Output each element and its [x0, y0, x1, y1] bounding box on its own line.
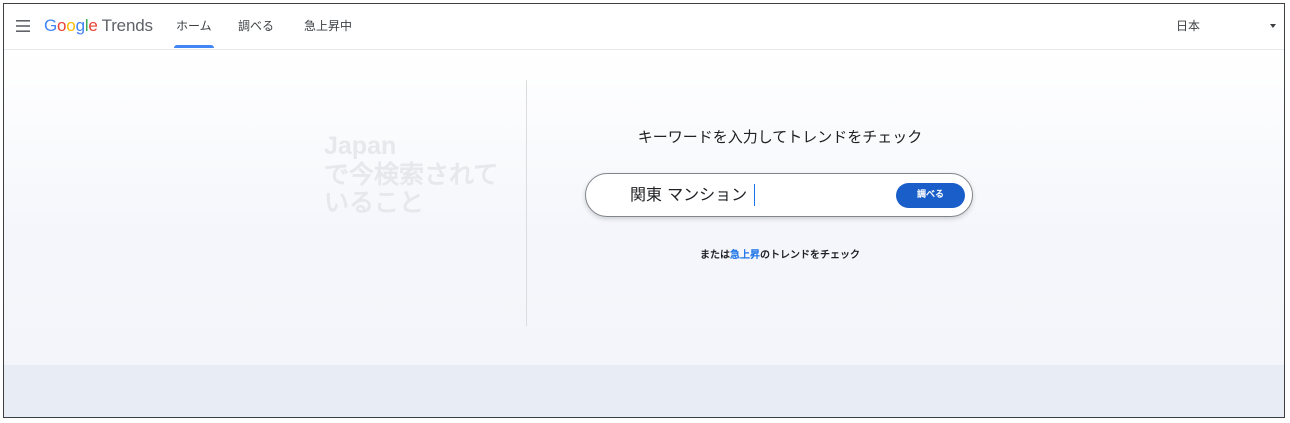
hero-section: Japan で今検索されて いること キーワードを入力してトレンドをチェック 調… — [4, 50, 1284, 365]
logo-letter: g — [75, 16, 85, 35]
explore-button[interactable]: 調べる — [896, 183, 965, 208]
hero-heading-line: で今検索されて — [324, 161, 499, 189]
tab-home[interactable]: ホーム — [174, 4, 214, 50]
hero-heading-line: いること — [324, 189, 425, 217]
region-select[interactable]: 日本 — [1176, 4, 1284, 50]
menu-icon[interactable] — [16, 20, 30, 32]
hero-heading-line: Japan — [324, 132, 397, 160]
app-header: Google Trends ホーム 調べる 急上昇中 日本 — [4, 4, 1284, 50]
logo-product-name: Trends — [101, 16, 153, 35]
logo-letter: o — [57, 16, 67, 35]
tab-trending-label: 急上昇中 — [304, 19, 353, 33]
tab-trending[interactable]: 急上昇中 — [304, 4, 352, 50]
logo-letter: e — [88, 16, 98, 35]
trending-hint: または急上昇のトレンドをチェック — [530, 246, 1030, 261]
search-box[interactable]: 調べる — [585, 173, 973, 217]
vertical-divider — [526, 80, 527, 326]
logo-letter: G — [44, 16, 58, 35]
tab-explore-label: 調べる — [238, 19, 275, 33]
logo-letter: o — [66, 16, 76, 35]
hero-heading: Japan で今検索されて いること — [324, 132, 498, 217]
trending-link[interactable]: 急上昇 — [730, 250, 760, 261]
search-input[interactable] — [630, 184, 880, 206]
tab-home-label: ホーム — [176, 19, 212, 33]
text-cursor — [754, 184, 755, 206]
trending-hint-suffix: のトレンドをチェック — [760, 250, 860, 261]
search-prompt: キーワードを入力してトレンドをチェック — [637, 128, 923, 146]
content-band — [4, 365, 1284, 417]
tab-explore[interactable]: 調べる — [238, 4, 274, 50]
chevron-down-icon — [1270, 24, 1276, 28]
google-trends-logo[interactable]: Google Trends — [44, 15, 153, 37]
active-tab-indicator — [174, 45, 214, 48]
region-select-value: 日本 — [1176, 19, 1201, 33]
browser-viewport: Google Trends ホーム 調べる 急上昇中 日本 Japan で今検索さ… — [3, 3, 1285, 418]
trending-hint-prefix: または — [700, 250, 730, 261]
